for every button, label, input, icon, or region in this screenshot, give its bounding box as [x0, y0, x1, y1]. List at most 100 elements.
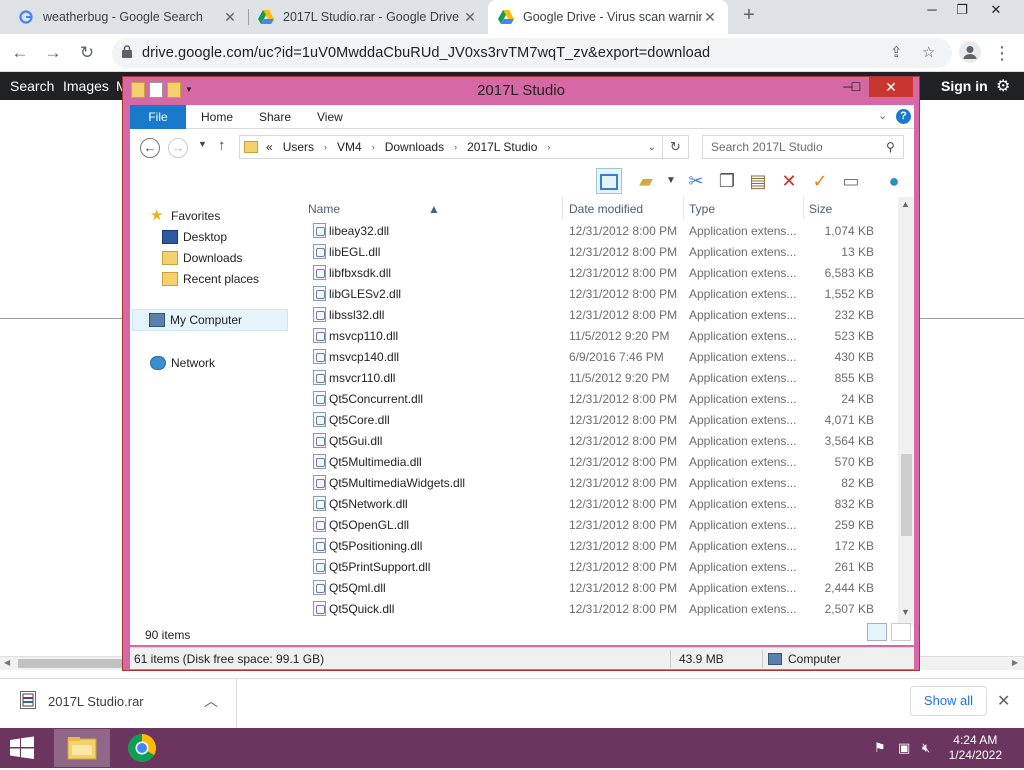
copy-icon[interactable]: ❐: [714, 168, 740, 194]
column-divider[interactable]: [803, 197, 804, 219]
column-divider[interactable]: [683, 197, 684, 219]
breadcrumb[interactable]: « Users › VM4 › Downloads › 2017L Studio…: [239, 135, 663, 159]
file-row[interactable]: libeay32.dll 12/31/2012 8:00 PM Applicatio…: [303, 220, 898, 241]
system-clock[interactable]: 4:24 AM 1/24/2022: [949, 733, 1002, 763]
vertical-scrollbar[interactable]: ▲ ▼: [898, 197, 914, 625]
file-row[interactable]: Qt5Qml.dll 12/31/2012 8:00 PM Application …: [303, 577, 898, 598]
search-link[interactable]: Search: [10, 78, 54, 94]
breadcrumb-users[interactable]: Users: [283, 140, 314, 154]
chevron-up-icon[interactable]: ︿: [204, 691, 218, 711]
nav-network[interactable]: Network: [150, 356, 215, 370]
large-icons-view-icon[interactable]: [891, 623, 911, 641]
minimize-icon[interactable]: ─: [918, 0, 946, 20]
scrollbar-thumb[interactable]: [901, 454, 912, 536]
chevron-right-icon[interactable]: ›: [547, 142, 550, 152]
column-name[interactable]: Name: [308, 202, 340, 216]
show-all-button[interactable]: Show all: [910, 686, 987, 716]
breadcrumb-downloads[interactable]: Downloads: [385, 140, 444, 154]
file-row[interactable]: libGLESv2.dll 12/31/2012 8:00 PM Applicati…: [303, 283, 898, 304]
windows-start-icon[interactable]: [8, 736, 36, 760]
file-row[interactable]: libfbxsdk.dll 12/31/2012 8:00 PM Applicati…: [303, 262, 898, 283]
tab-virus-scan-warning[interactable]: Google Drive - Virus scan warnin ✕: [488, 0, 728, 34]
menu-icon[interactable]: ⋮: [990, 41, 1014, 65]
chevron-down-icon[interactable]: ▼: [658, 168, 684, 194]
scroll-up-icon[interactable]: ▲: [901, 199, 910, 209]
nav-my-computer[interactable]: My Computer: [132, 309, 288, 331]
gear-icon[interactable]: ⚙: [996, 76, 1010, 96]
nav-recent-places[interactable]: Recent places: [162, 272, 259, 286]
share-icon[interactable]: ⇪: [890, 43, 903, 61]
close-icon[interactable]: ✕: [222, 9, 238, 26]
column-size[interactable]: Size: [809, 202, 832, 216]
breadcrumb-vm4[interactable]: VM4: [337, 140, 362, 154]
chevron-down-icon[interactable]: ▼: [185, 82, 193, 98]
details-view-icon[interactable]: [867, 623, 887, 641]
paste-icon[interactable]: ▤: [745, 168, 771, 194]
maximize-icon[interactable]: ☐: [843, 77, 869, 97]
file-row[interactable]: Qt5Core.dll 12/31/2012 8:00 PM Application…: [303, 409, 898, 430]
column-divider[interactable]: [562, 197, 563, 219]
download-filename[interactable]: 2017L Studio.rar: [48, 694, 144, 709]
search-input[interactable]: Search 2017L Studio: [702, 135, 904, 159]
forward-icon[interactable]: →: [168, 138, 188, 158]
up-arrow-icon[interactable]: ↑: [218, 137, 226, 154]
refresh-icon[interactable]: ↻: [663, 135, 689, 159]
properties-icon[interactable]: [149, 82, 163, 98]
file-row[interactable]: Qt5Multimedia.dll 12/31/2012 8:00 PM Appli…: [303, 451, 898, 472]
file-row[interactable]: Qt5Quick.dll 12/31/2012 8:00 PM Applicatio…: [303, 598, 898, 619]
file-row[interactable]: Qt5MultimediaWidgets.dll 12/31/2012 8:00 …: [303, 472, 898, 493]
back-icon[interactable]: ←: [140, 138, 160, 158]
back-icon[interactable]: ←: [8, 41, 32, 65]
close-window-button[interactable]: ✕: [869, 77, 913, 97]
file-explorer-taskbar-button[interactable]: [54, 729, 110, 767]
file-row[interactable]: Qt5OpenGL.dll 12/31/2012 8:00 PM Applicati…: [303, 514, 898, 535]
tab-weatherbug-search[interactable]: weatherbug - Google Search ✕: [8, 0, 248, 34]
scroll-right-icon[interactable]: ▶: [1012, 658, 1018, 667]
chevron-right-icon[interactable]: ›: [454, 142, 457, 152]
chevron-down-icon[interactable]: ⌄: [648, 142, 656, 153]
file-row[interactable]: libEGL.dll 12/31/2012 8:00 PM Application …: [303, 241, 898, 262]
layout-icon[interactable]: [596, 168, 622, 194]
tab-home[interactable]: Home: [201, 105, 233, 129]
file-row[interactable]: libssl32.dll 12/31/2012 8:00 PM Applicatio…: [303, 304, 898, 325]
tab-drive-file[interactable]: 2017L Studio.rar - Google Drive ✕: [248, 0, 488, 34]
file-row[interactable]: Qt5Network.dll 12/31/2012 8:00 PM Applicat…: [303, 493, 898, 514]
globe-icon[interactable]: ●: [881, 168, 907, 194]
volume-muted-icon[interactable]: 🔇︎: [922, 740, 930, 756]
file-row[interactable]: Qt5Concurrent.dll 12/31/2012 8:00 PM Appli…: [303, 388, 898, 409]
delete-icon[interactable]: ✕: [776, 168, 802, 194]
breadcrumb-2017l-studio[interactable]: 2017L Studio: [467, 140, 537, 154]
scroll-left-icon[interactable]: ◀: [4, 658, 10, 667]
column-date-modified[interactable]: Date modified: [569, 202, 643, 216]
rename-icon[interactable]: ✓: [807, 168, 833, 194]
sign-in-link[interactable]: Sign in: [941, 78, 988, 94]
file-row[interactable]: msvcp110.dll 11/5/2012 9:20 PM Application…: [303, 325, 898, 346]
breadcrumb-overflow[interactable]: «: [266, 140, 273, 154]
restore-icon[interactable]: ❐: [948, 0, 976, 20]
address-bar[interactable]: drive.google.com/uc?id=1uV0MwddaCbuRUd_J…: [112, 38, 952, 68]
tab-view[interactable]: View: [317, 105, 343, 129]
reload-icon[interactable]: ↻: [75, 41, 99, 65]
chevron-down-icon[interactable]: ▼: [198, 139, 207, 149]
forward-icon[interactable]: →: [41, 41, 65, 65]
images-link[interactable]: Images: [63, 78, 109, 94]
network-tray-icon[interactable]: ▣: [898, 740, 910, 756]
tab-file[interactable]: File: [130, 105, 186, 129]
properties-icon[interactable]: ▭: [838, 168, 864, 194]
nav-desktop[interactable]: Desktop: [162, 230, 227, 244]
chevron-right-icon[interactable]: ›: [372, 142, 375, 152]
close-icon[interactable]: ✕: [462, 9, 478, 26]
nav-favorites[interactable]: ★ Favorites: [150, 208, 220, 223]
action-center-flag-icon[interactable]: ⚑: [874, 740, 886, 756]
scroll-down-icon[interactable]: ▼: [901, 607, 910, 617]
file-row[interactable]: Qt5PrintSupport.dll 12/31/2012 8:00 PM App…: [303, 556, 898, 577]
close-icon[interactable]: ✕: [997, 691, 1010, 711]
file-row[interactable]: msvcr110.dll 11/5/2012 9:20 PM Application…: [303, 367, 898, 388]
star-icon[interactable]: ☆: [922, 43, 935, 61]
new-tab-button[interactable]: +: [737, 4, 761, 30]
chevron-down-icon[interactable]: ⌄: [878, 109, 887, 122]
file-row[interactable]: Qt5Gui.dll 12/31/2012 8:00 PM Application …: [303, 430, 898, 451]
file-row[interactable]: Qt5Positioning.dll 12/31/2012 8:00 PM Appl…: [303, 535, 898, 556]
profile-icon[interactable]: [958, 41, 982, 65]
nav-downloads[interactable]: Downloads: [162, 251, 242, 265]
